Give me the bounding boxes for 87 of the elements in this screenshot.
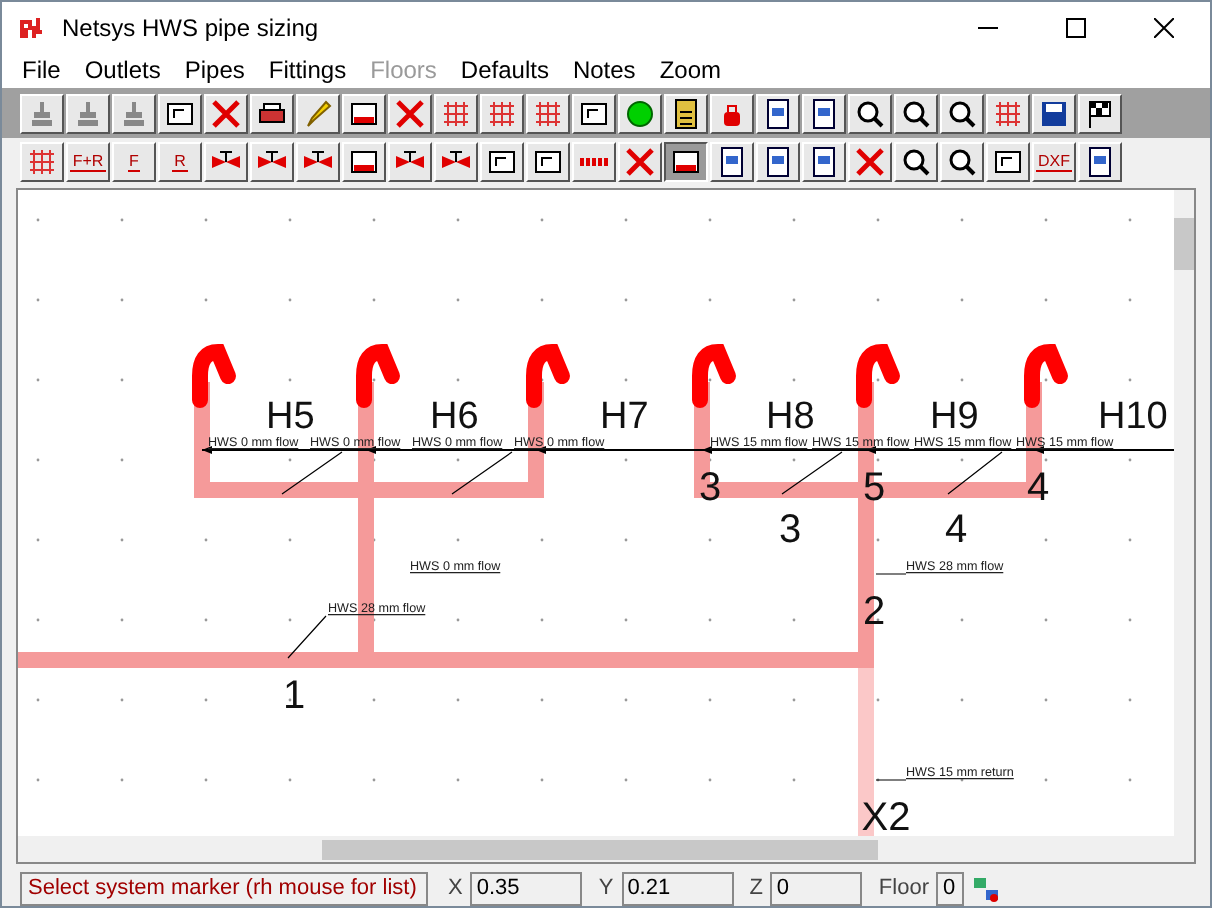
tap-icon [118,98,150,130]
menu-item[interactable]: Outlets [72,52,173,88]
network-icon[interactable] [972,875,1001,903]
tap-drawing [1024,344,1068,408]
button-label: R [172,153,188,171]
tap-drawing [526,344,570,408]
outlet-label: H8 [766,396,815,438]
document-icon [1084,146,1116,178]
node-label: 4 [944,508,968,552]
checkered-flag-icon [1084,98,1116,130]
box-icon [532,146,564,178]
window-title: Netsys HWS pipe sizing [62,11,321,45]
maximize-icon[interactable] [1066,17,1086,37]
node-label: 2 [862,590,886,634]
z-label: Z [749,874,763,905]
tap-drawing [692,344,736,408]
node-label: 5 [862,466,886,510]
document-icon [808,146,840,178]
magnifier-icon [900,146,932,178]
node-label: 3 [778,508,802,552]
button-label: F+R [70,153,106,171]
pipe-icon [348,98,380,130]
document-icon [716,146,748,178]
calculator-icon [670,98,702,130]
node-label: X2 [861,796,911,836]
z-field: 0 [770,872,863,906]
magnifier-icon [854,98,886,130]
button-label: F [127,153,141,171]
grid-icon [440,98,472,130]
grid-icon [486,98,518,130]
y-field: 0.21 [621,872,734,906]
outlet-label: H5 [266,396,315,438]
button-label: DXF [1036,153,1072,171]
app-logo-icon [18,13,46,41]
toolbar-button[interactable] [664,142,708,182]
box-icon [164,98,196,130]
cross-icon [854,146,886,178]
magnifier-icon [900,98,932,130]
menu-item[interactable]: Defaults [448,52,561,88]
node-label: 4 [1026,466,1050,510]
node-label: 3 [698,466,722,510]
tap-icon [26,98,58,130]
pencil-icon [302,98,334,130]
pipe-icon [348,146,380,178]
pipe-icon [670,146,702,178]
outlet-label: H10 [1098,396,1168,438]
vertical-scrollbar[interactable] [1174,190,1194,836]
horizontal-scrollbar[interactable] [18,836,1194,862]
menu-item[interactable]: File [10,52,73,88]
grid-icon [26,146,58,178]
tap-drawing [192,344,236,408]
outlet-label: H6 [430,396,479,438]
toolbar-button[interactable]: DXF [1032,142,1076,182]
document-icon [762,98,794,130]
menu-item[interactable]: Zoom [647,52,733,88]
outlet-label: H7 [600,396,649,438]
cross-icon [624,146,656,178]
box-icon [992,146,1024,178]
grid-icon [992,98,1024,130]
menu-item[interactable]: Pipes [172,52,257,88]
tap-icon [72,98,104,130]
grid-icon [532,98,564,130]
menu-item[interactable]: Notes [560,52,648,88]
status-message: Select system marker (rh mouse for list) [20,872,428,906]
cross-icon [394,98,426,130]
toolbar-button[interactable]: F [112,142,156,182]
document-icon [762,146,794,178]
tap-drawing [356,344,400,408]
floor-label: Floor [878,874,929,905]
cross-icon [210,98,242,130]
x-field: 0.35 [470,872,583,906]
menu-item[interactable]: Fittings [256,52,359,88]
close-icon[interactable] [1154,17,1174,37]
toolbar-button[interactable]: F+R [66,142,110,182]
magnifier-icon [946,98,978,130]
tap-drawing [856,344,900,408]
document-icon [808,98,840,130]
node-label: 1 [282,674,306,718]
toolbar-button[interactable]: R [158,142,202,182]
box-icon [486,146,518,178]
y-label: Y [598,874,614,905]
floor-field: 0 [936,872,965,906]
magnifier-icon [946,146,978,178]
box-icon [578,98,610,130]
outlet-label: H9 [930,396,979,438]
x-label: X [448,874,463,905]
circle-icon [624,98,656,130]
